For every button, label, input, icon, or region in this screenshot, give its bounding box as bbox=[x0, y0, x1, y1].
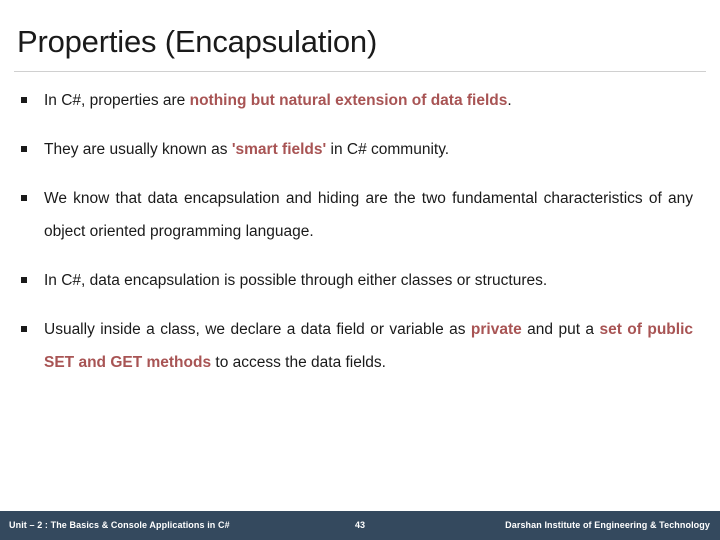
bullet-text-run-accent: private bbox=[470, 321, 522, 338]
bullet-text-run: in C# community. bbox=[326, 141, 450, 158]
list-item: Usually inside a class, we declare a dat… bbox=[0, 313, 720, 379]
bullet-text-run: Usually inside a class, we declare a dat… bbox=[44, 321, 471, 338]
page-title: Properties (Encapsulation) bbox=[17, 24, 378, 59]
list-item: In C#, properties are nothing but natura… bbox=[0, 84, 720, 117]
square-bullet-icon bbox=[21, 326, 27, 332]
bullet-text-run: . bbox=[507, 92, 512, 109]
list-item: We know that data encapsulation and hidi… bbox=[0, 182, 720, 248]
bullet-text-run-accent: nothing but natural extension of data fi… bbox=[189, 92, 508, 109]
bullet-text-run: In C#, data encapsulation is possible th… bbox=[44, 272, 548, 289]
list-item: They are usually known as 'smart fields'… bbox=[0, 133, 720, 166]
slide-body: In C#, properties are nothing but natura… bbox=[0, 84, 720, 504]
bullet-text-run: In C#, properties are bbox=[44, 92, 190, 109]
bullet-text-run: and put a bbox=[521, 321, 600, 338]
footer-institute-label: Darshan Institute of Engineering & Techn… bbox=[505, 520, 710, 530]
bullet-text-run: to access the data fields. bbox=[211, 354, 386, 371]
slide-footer: Unit – 2 : The Basics & Console Applicat… bbox=[0, 511, 720, 540]
square-bullet-icon bbox=[21, 277, 27, 283]
bullet-text-run-accent: 'smart fields' bbox=[231, 141, 327, 158]
list-item: In C#, data encapsulation is possible th… bbox=[0, 264, 720, 297]
bullet-text-run: They are usually known as bbox=[44, 141, 232, 158]
square-bullet-icon bbox=[21, 195, 27, 201]
square-bullet-icon bbox=[21, 97, 27, 103]
bullet-text-run: We know that data encapsulation and hidi… bbox=[44, 190, 693, 240]
square-bullet-icon bbox=[21, 146, 27, 152]
slide: Properties (Encapsulation) In C#, proper… bbox=[0, 0, 720, 540]
title-divider bbox=[14, 71, 706, 72]
